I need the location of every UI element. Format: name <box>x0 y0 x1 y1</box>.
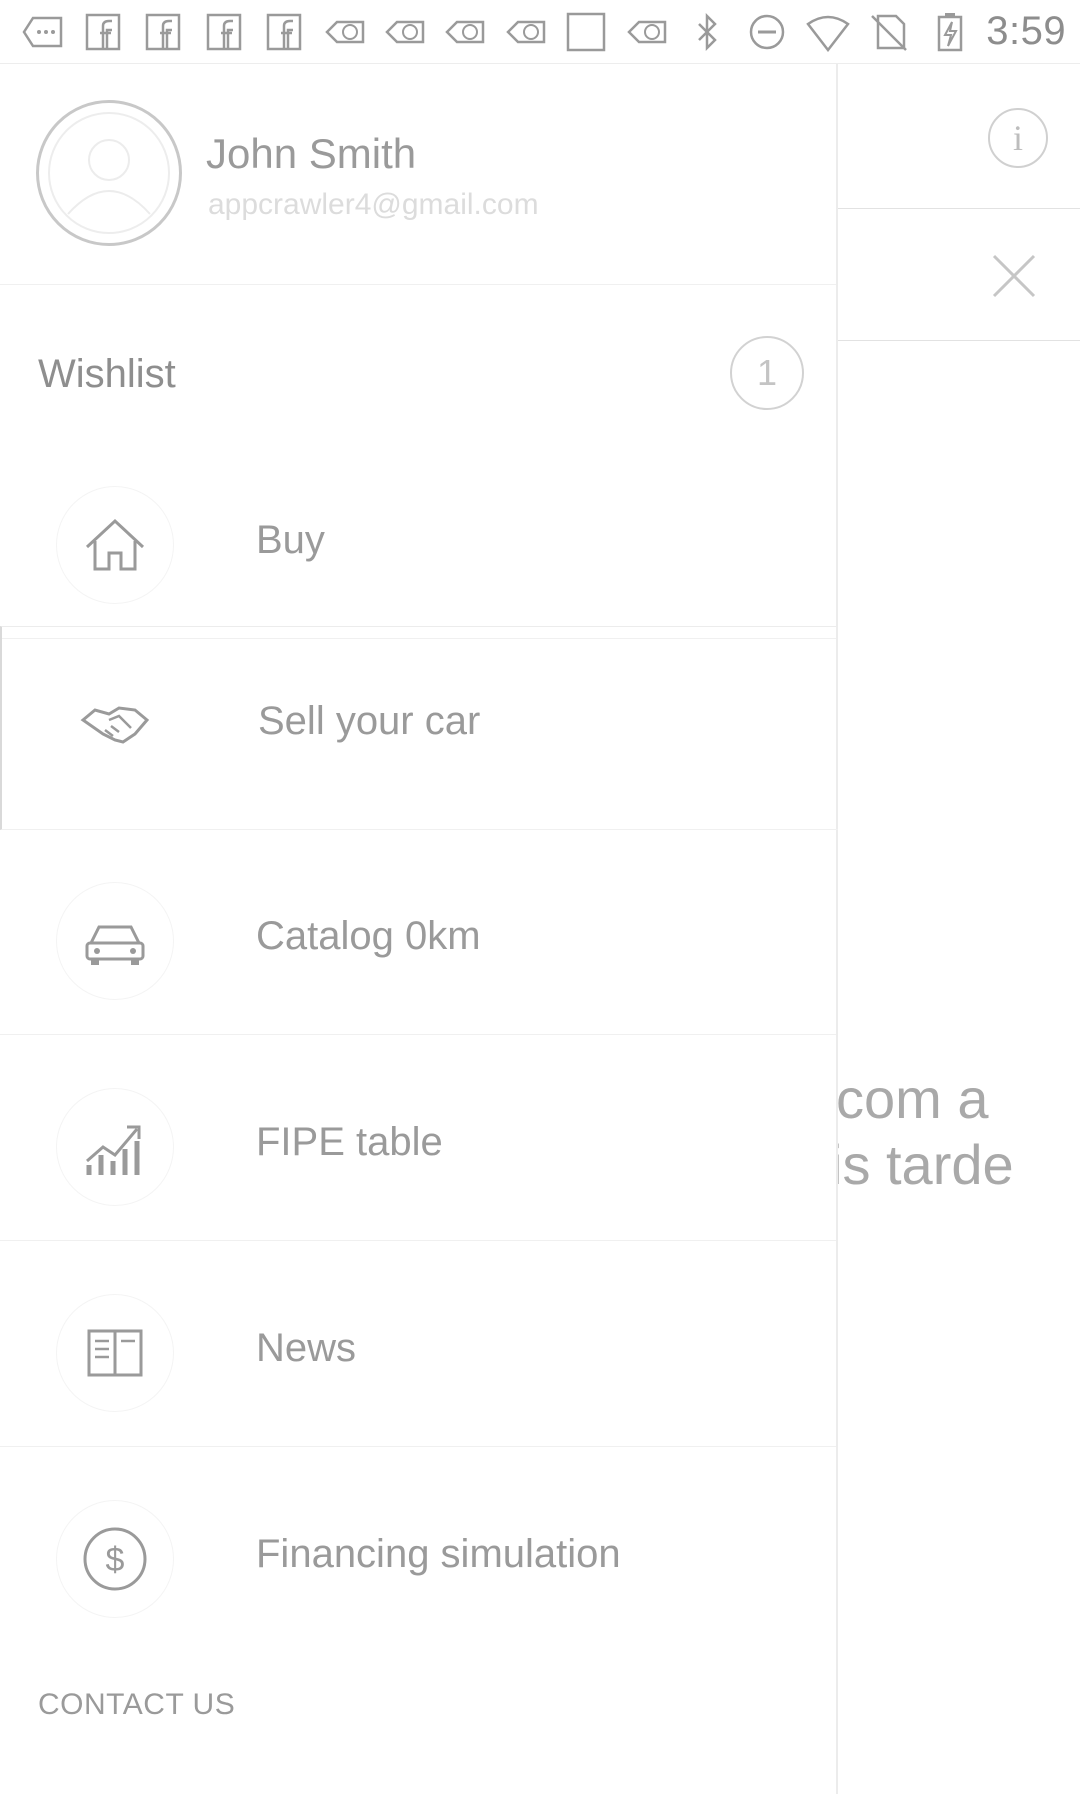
blank-square-icon <box>564 11 609 53</box>
handshake-icon <box>56 667 174 785</box>
menu-item-news[interactable]: News <box>0 1242 836 1447</box>
dollar-icon: $ <box>56 1500 174 1618</box>
menu-item-fipe-table[interactable]: FIPE table <box>0 1036 836 1241</box>
menu-item-catalog-0km[interactable]: Catalog 0km <box>0 830 836 1035</box>
home-icon <box>56 486 174 604</box>
facebook-icon <box>262 11 307 53</box>
notification-13-icon <box>503 11 548 53</box>
chart-growth-icon <box>56 1088 174 1206</box>
user-name: John Smith <box>206 130 417 177</box>
car-icon <box>56 882 174 1000</box>
status-bar: 3:59 <box>0 0 1080 64</box>
user-placeholder-icon <box>48 112 170 234</box>
menu-item-buy[interactable]: Buy <box>0 434 836 639</box>
battery-charging-icon <box>926 11 971 53</box>
wifi-icon <box>805 11 850 53</box>
menu-item-label: Sell your car <box>258 699 481 743</box>
navigation-drawer: John Smith appcrawler4@gmail.com Wishlis… <box>0 64 838 1794</box>
contact-us-link[interactable]: CONTACT US <box>38 1688 235 1722</box>
background-message: com a is tarde <box>830 1066 1080 1198</box>
notification-13-icon <box>382 11 427 53</box>
no-sim-icon <box>865 11 910 53</box>
status-time: 3:59 <box>986 9 1067 53</box>
user-email: appcrawler4@gmail.com <box>208 188 539 221</box>
wishlist-row[interactable]: Wishlist 1 <box>0 284 836 434</box>
background-close-bar <box>838 210 1080 341</box>
notification-13-icon <box>322 11 367 53</box>
avatar[interactable] <box>36 100 182 246</box>
bluetooth-icon <box>684 11 729 53</box>
menu-item-label: News <box>256 1326 357 1370</box>
facebook-icon <box>141 11 186 53</box>
menu-item-sell-your-car[interactable]: Sell your car <box>0 626 838 830</box>
menu-item-label: Buy <box>256 518 325 562</box>
menu-item-label: FIPE table <box>256 1120 443 1164</box>
menu-item-financing-simulation[interactable]: $ Financing simulation <box>0 1448 836 1652</box>
notification-13-icon <box>443 11 488 53</box>
facebook-icon <box>201 11 246 53</box>
wishlist-label: Wishlist <box>38 352 176 396</box>
profile-header[interactable]: John Smith appcrawler4@gmail.com <box>0 64 836 285</box>
info-icon[interactable]: i <box>988 108 1048 168</box>
newspaper-icon <box>56 1294 174 1412</box>
back-overflow-icon <box>20 11 65 53</box>
wishlist-count-badge: 1 <box>730 336 804 410</box>
menu-item-label: Financing simulation <box>256 1532 621 1576</box>
background-message-line2: is tarde <box>830 1133 1014 1196</box>
close-icon[interactable] <box>990 252 1038 300</box>
notification-13-icon <box>624 11 669 53</box>
facebook-icon <box>80 11 125 53</box>
do-not-disturb-icon <box>745 11 790 53</box>
menu-item-label: Catalog 0km <box>256 914 481 958</box>
svg-text:$: $ <box>106 1541 125 1579</box>
background-message-line1: com a <box>836 1067 989 1130</box>
